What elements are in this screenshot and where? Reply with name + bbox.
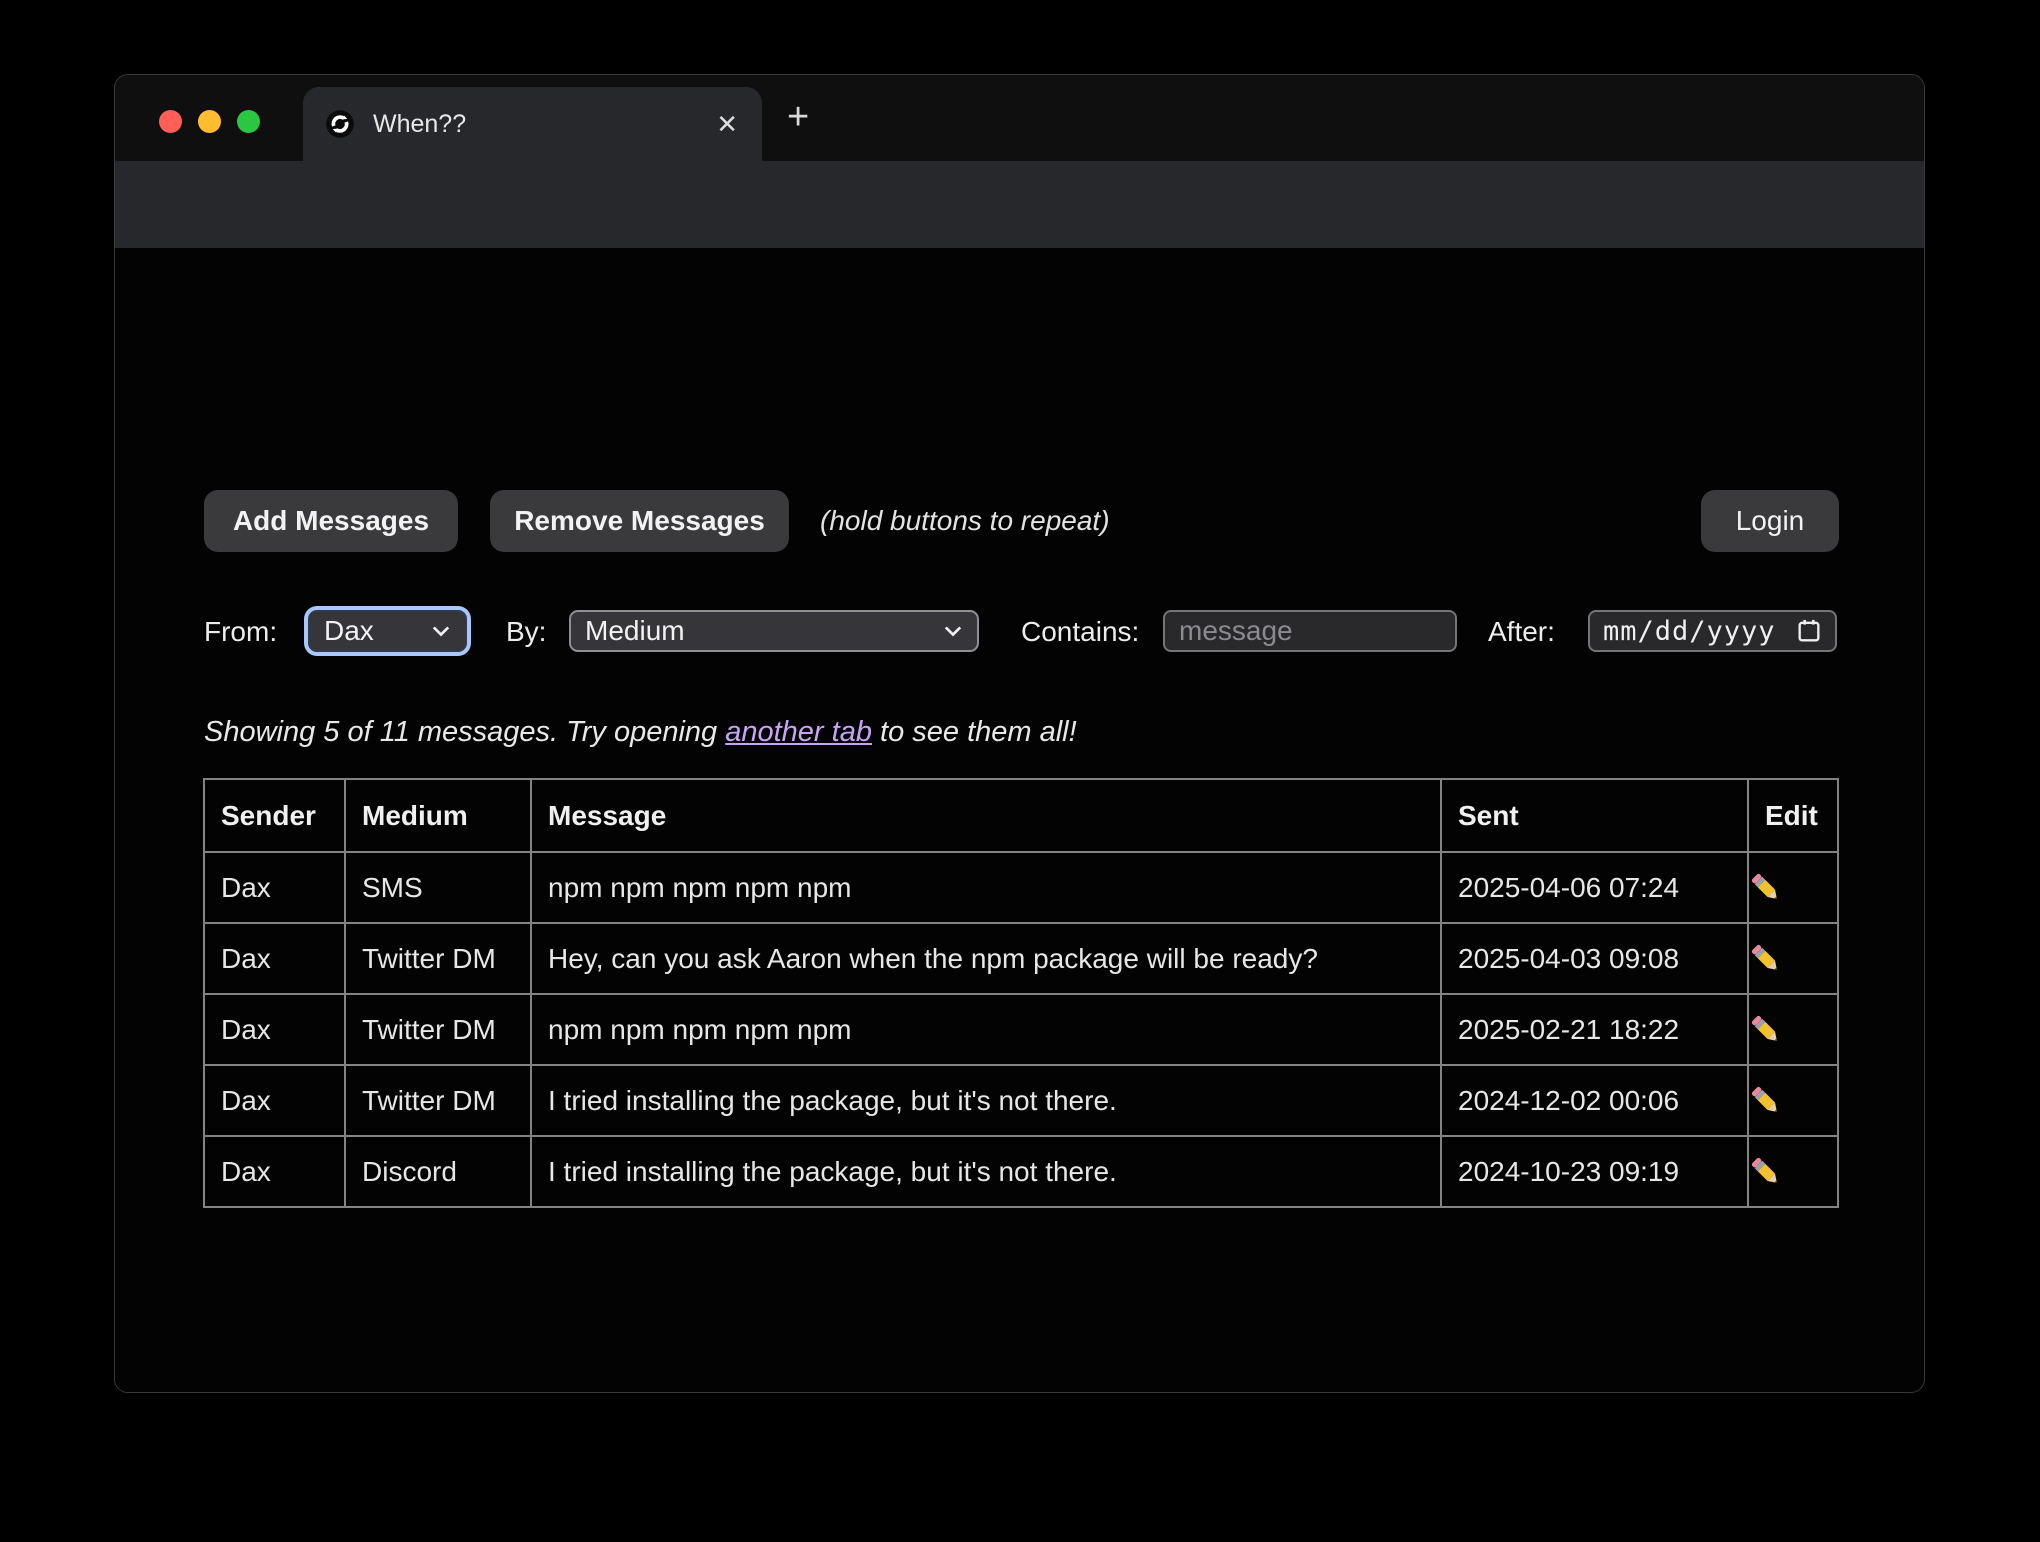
edit-pencil-icon[interactable] (1749, 871, 1783, 905)
browser-toolbar: localhost:5173 (115, 161, 1924, 248)
cell-edit (1748, 1136, 1838, 1207)
cell-message: Hey, can you ask Aaron when the npm pack… (531, 923, 1441, 994)
cell-sent: 2025-04-03 09:08 (1441, 923, 1748, 994)
cell-sender: Dax (204, 1136, 345, 1207)
table-row: Dax SMS npm npm npm npm npm 2025-04-06 0… (204, 852, 1838, 923)
table-row: Dax Discord I tried installing the packa… (204, 1136, 1838, 1207)
traffic-lights (159, 110, 260, 133)
edit-pencil-icon[interactable] (1749, 1013, 1783, 1047)
messages-table: Sender Medium Message Sent Edit Dax SMS … (203, 778, 1839, 1208)
after-label: After: (1488, 612, 1555, 652)
cell-medium: SMS (345, 852, 531, 923)
header-edit: Edit (1748, 779, 1838, 852)
hold-buttons-hint: (hold buttons to repeat) (820, 490, 1110, 552)
cell-message: npm npm npm npm npm (531, 852, 1441, 923)
header-sender: Sender (204, 779, 345, 852)
cell-sender: Dax (204, 852, 345, 923)
login-button[interactable]: Login (1701, 490, 1839, 552)
browser-tab[interactable]: When?? ✕ (303, 87, 762, 161)
cell-message: I tried installing the package, but it's… (531, 1065, 1441, 1136)
new-tab-button[interactable]: + (787, 97, 809, 137)
chevron-down-icon (943, 625, 963, 637)
remove-messages-button[interactable]: Remove Messages (490, 490, 789, 552)
cell-edit (1748, 1065, 1838, 1136)
cell-edit (1748, 923, 1838, 994)
tab-close-icon[interactable]: ✕ (716, 109, 738, 140)
from-label: From: (204, 612, 277, 652)
page-content: Add Messages Remove Messages (hold butto… (115, 248, 1924, 1393)
cell-medium: Discord (345, 1136, 531, 1207)
cell-sender: Dax (204, 923, 345, 994)
edit-pencil-icon[interactable] (1749, 1155, 1783, 1189)
calendar-icon[interactable] (1795, 617, 1823, 645)
cell-edit (1748, 852, 1838, 923)
status-suffix: to see them all! (872, 716, 1077, 748)
edit-pencil-icon[interactable] (1749, 1084, 1783, 1118)
tab-strip: When?? ✕ + (115, 75, 1924, 161)
table-row: Dax Twitter DM Hey, can you ask Aaron wh… (204, 923, 1838, 994)
header-message: Message (531, 779, 1441, 852)
cell-sender: Dax (204, 1065, 345, 1136)
another-tab-link[interactable]: another tab (725, 716, 872, 748)
tab-title: When?? (373, 110, 716, 139)
edit-pencil-icon[interactable] (1749, 942, 1783, 976)
contains-input[interactable] (1163, 610, 1457, 652)
from-select[interactable]: Dax (308, 610, 467, 652)
browser-window: When?? ✕ + localhost:5173 (114, 74, 1925, 1393)
close-window-button[interactable] (159, 110, 182, 133)
chevron-down-icon (431, 625, 451, 637)
messages-tbody: Dax SMS npm npm npm npm npm 2025-04-06 0… (204, 852, 1838, 1207)
cell-message: npm npm npm npm npm (531, 994, 1441, 1065)
minimize-window-button[interactable] (198, 110, 221, 133)
cell-sent: 2025-04-06 07:24 (1441, 852, 1748, 923)
by-label: By: (506, 612, 546, 652)
table-row: Dax Twitter DM npm npm npm npm npm 2025-… (204, 994, 1838, 1065)
status-line: Showing 5 of 11 messages. Try opening an… (204, 710, 1077, 754)
date-value: mm/dd/yyyy (1603, 616, 1776, 647)
contains-label: Contains: (1021, 612, 1139, 652)
site-favicon-icon (325, 109, 355, 139)
zoom-window-button[interactable] (237, 110, 260, 133)
by-select[interactable]: Medium (569, 610, 979, 652)
header-medium: Medium (345, 779, 531, 852)
cell-medium: Twitter DM (345, 1065, 531, 1136)
status-prefix: Showing 5 of 11 messages. Try opening (204, 716, 725, 748)
cell-message: I tried installing the package, but it's… (531, 1136, 1441, 1207)
table-header-row: Sender Medium Message Sent Edit (204, 779, 1838, 852)
after-date-input[interactable]: mm/dd/yyyy (1588, 610, 1837, 652)
header-sent: Sent (1441, 779, 1748, 852)
by-select-value: Medium (585, 615, 943, 647)
table-row: Dax Twitter DM I tried installing the pa… (204, 1065, 1838, 1136)
cell-sent: 2025-02-21 18:22 (1441, 994, 1748, 1065)
cell-medium: Twitter DM (345, 923, 531, 994)
cell-sender: Dax (204, 994, 345, 1065)
add-messages-button[interactable]: Add Messages (204, 490, 458, 552)
from-select-value: Dax (324, 615, 431, 647)
cell-sent: 2024-10-23 09:19 (1441, 1136, 1748, 1207)
cell-sent: 2024-12-02 00:06 (1441, 1065, 1748, 1136)
cell-medium: Twitter DM (345, 994, 531, 1065)
cell-edit (1748, 994, 1838, 1065)
